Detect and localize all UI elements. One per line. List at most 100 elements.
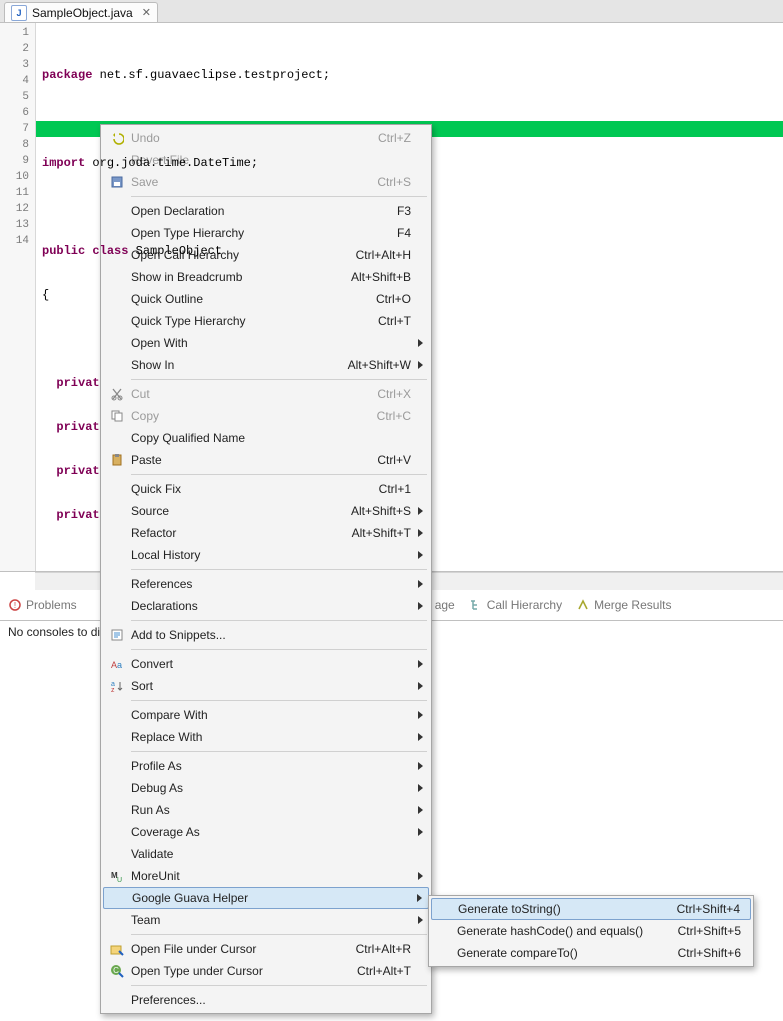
svg-text:z: z bbox=[111, 687, 115, 693]
line-number: 5 bbox=[0, 89, 35, 105]
menu-item-moreunit[interactable]: MUMoreUnit bbox=[103, 865, 429, 887]
menu-item-declarations[interactable]: Declarations bbox=[103, 595, 429, 617]
menu-item-preferences[interactable]: Preferences... bbox=[103, 989, 429, 1011]
keyword: privat bbox=[42, 376, 100, 390]
keyword: package bbox=[42, 68, 92, 82]
submenu-arrow-icon bbox=[418, 733, 423, 741]
menu-item-label: Coverage As bbox=[131, 825, 411, 839]
menu-item-open-type-hierarchy[interactable]: Open Type HierarchyF4 bbox=[103, 222, 429, 244]
menu-item-shortcut: Alt+Shift+W bbox=[338, 358, 411, 372]
menu-item-shortcut: Alt+Shift+B bbox=[341, 270, 411, 284]
submenu-arrow-icon bbox=[418, 602, 423, 610]
menu-item-compare-with[interactable]: Compare With bbox=[103, 704, 429, 726]
keyword: privat bbox=[42, 420, 100, 434]
menu-item-replace-with[interactable]: Replace With bbox=[103, 726, 429, 748]
workspace: J SampleObject.java ✕ 123456789101112131… bbox=[0, 0, 783, 1021]
coverage-tab[interactable]: age bbox=[435, 598, 455, 612]
java-file-icon: J bbox=[11, 5, 27, 21]
svg-text:U: U bbox=[117, 877, 122, 883]
menu-item-add-to-snippets[interactable]: Add to Snippets... bbox=[103, 624, 429, 646]
open-file-cursor-icon bbox=[103, 942, 131, 956]
submenu-arrow-icon bbox=[418, 916, 423, 924]
menu-item-refactor[interactable]: RefactorAlt+Shift+T bbox=[103, 522, 429, 544]
submenu-item-generate-hashcode-and-equals[interactable]: Generate hashCode() and equals()Ctrl+Shi… bbox=[431, 920, 751, 942]
menu-item-label: Validate bbox=[131, 847, 411, 861]
keyword: import bbox=[42, 156, 85, 170]
menu-item-label: Quick Type Hierarchy bbox=[131, 314, 368, 328]
menu-item-coverage-as[interactable]: Coverage As bbox=[103, 821, 429, 843]
menu-separator bbox=[131, 569, 427, 570]
menu-item-save: SaveCtrl+S bbox=[103, 171, 429, 193]
menu-item-label: Declarations bbox=[131, 599, 411, 613]
menu-item-label: Debug As bbox=[131, 781, 411, 795]
menu-item-profile-as[interactable]: Profile As bbox=[103, 755, 429, 777]
submenu-arrow-icon bbox=[418, 529, 423, 537]
menu-item-quick-type-hierarchy[interactable]: Quick Type HierarchyCtrl+T bbox=[103, 310, 429, 332]
open-type-cursor-icon: C bbox=[103, 964, 131, 978]
submenu-item-shortcut: Ctrl+Shift+4 bbox=[667, 902, 740, 916]
submenu-arrow-icon bbox=[418, 711, 423, 719]
call-hierarchy-tab[interactable]: Call Hierarchy bbox=[469, 598, 562, 612]
line-number: 11 bbox=[0, 185, 35, 201]
submenu-arrow-icon bbox=[418, 682, 423, 690]
line-number: 10 bbox=[0, 169, 35, 185]
menu-item-validate[interactable]: Validate bbox=[103, 843, 429, 865]
convert-icon: Aa bbox=[103, 657, 131, 671]
menu-item-label: Undo bbox=[131, 131, 368, 145]
line-number: 9 bbox=[0, 153, 35, 169]
call-hierarchy-icon bbox=[469, 598, 483, 612]
submenu-arrow-icon bbox=[418, 660, 423, 668]
menu-item-open-file-under-cursor[interactable]: Open File under CursorCtrl+Alt+R bbox=[103, 938, 429, 960]
menu-item-shortcut: Ctrl+Alt+R bbox=[346, 942, 411, 956]
keyword: class bbox=[85, 244, 128, 258]
menu-item-label: Open File under Cursor bbox=[131, 942, 346, 956]
submenu-item-shortcut: Ctrl+Shift+6 bbox=[668, 946, 741, 960]
sort-icon: az bbox=[103, 679, 131, 693]
menu-item-label: Show in Breadcrumb bbox=[131, 270, 341, 284]
problems-tab[interactable]: ! Problems bbox=[8, 598, 77, 612]
editor-tab[interactable]: J SampleObject.java ✕ bbox=[4, 2, 158, 22]
menu-item-run-as[interactable]: Run As bbox=[103, 799, 429, 821]
save-icon bbox=[103, 175, 131, 189]
svg-text:C: C bbox=[113, 966, 119, 975]
submenu-arrow-icon bbox=[418, 580, 423, 588]
menu-item-label: Refactor bbox=[131, 526, 342, 540]
menu-item-show-in-breadcrumb[interactable]: Show in BreadcrumbAlt+Shift+B bbox=[103, 266, 429, 288]
line-number-gutter: 1234567891011121314 bbox=[0, 23, 36, 571]
line-number: 8 bbox=[0, 137, 35, 153]
menu-item-label: Profile As bbox=[131, 759, 411, 773]
menu-item-google-guava-helper[interactable]: Google Guava Helper bbox=[103, 887, 429, 909]
keyword: privat bbox=[42, 464, 100, 478]
menu-item-team[interactable]: Team bbox=[103, 909, 429, 931]
editor-tab-label: SampleObject.java bbox=[32, 6, 133, 20]
menu-item-sort[interactable]: azSort bbox=[103, 675, 429, 697]
menu-separator bbox=[131, 934, 427, 935]
menu-item-label: Open Type Hierarchy bbox=[131, 226, 387, 240]
menu-item-shortcut: Alt+Shift+T bbox=[342, 526, 411, 540]
line-number: 12 bbox=[0, 201, 35, 217]
close-icon[interactable]: ✕ bbox=[138, 6, 151, 19]
menu-item-debug-as[interactable]: Debug As bbox=[103, 777, 429, 799]
call-hierarchy-label: Call Hierarchy bbox=[487, 598, 562, 612]
menu-item-open-type-under-cursor[interactable]: COpen Type under CursorCtrl+Alt+T bbox=[103, 960, 429, 982]
line-number: 7 bbox=[0, 121, 35, 137]
menu-separator bbox=[131, 620, 427, 621]
line-number: 3 bbox=[0, 57, 35, 73]
menu-separator bbox=[131, 985, 427, 986]
line-number: 2 bbox=[0, 41, 35, 57]
menu-item-shortcut: Ctrl+Alt+T bbox=[347, 964, 411, 978]
menu-item-show-in[interactable]: Show InAlt+Shift+W bbox=[103, 354, 429, 376]
submenu-item-generate-compareto[interactable]: Generate compareTo()Ctrl+Shift+6 bbox=[431, 942, 751, 964]
menu-item-convert[interactable]: AaConvert bbox=[103, 653, 429, 675]
submenu-item-generate-tostring[interactable]: Generate toString()Ctrl+Shift+4 bbox=[431, 898, 751, 920]
menu-item-label: Replace With bbox=[131, 730, 411, 744]
menu-item-quick-fix[interactable]: Quick FixCtrl+1 bbox=[103, 478, 429, 500]
menu-item-shortcut: Ctrl+1 bbox=[369, 482, 411, 496]
menu-separator bbox=[131, 700, 427, 701]
submenu-item-shortcut: Ctrl+Shift+5 bbox=[668, 924, 741, 938]
menu-item-shortcut: F4 bbox=[387, 226, 411, 240]
menu-item-label: Sort bbox=[131, 679, 411, 693]
merge-results-tab[interactable]: Merge Results bbox=[576, 598, 671, 612]
menu-item-references[interactable]: References bbox=[103, 573, 429, 595]
menu-item-label: MoreUnit bbox=[131, 869, 411, 883]
